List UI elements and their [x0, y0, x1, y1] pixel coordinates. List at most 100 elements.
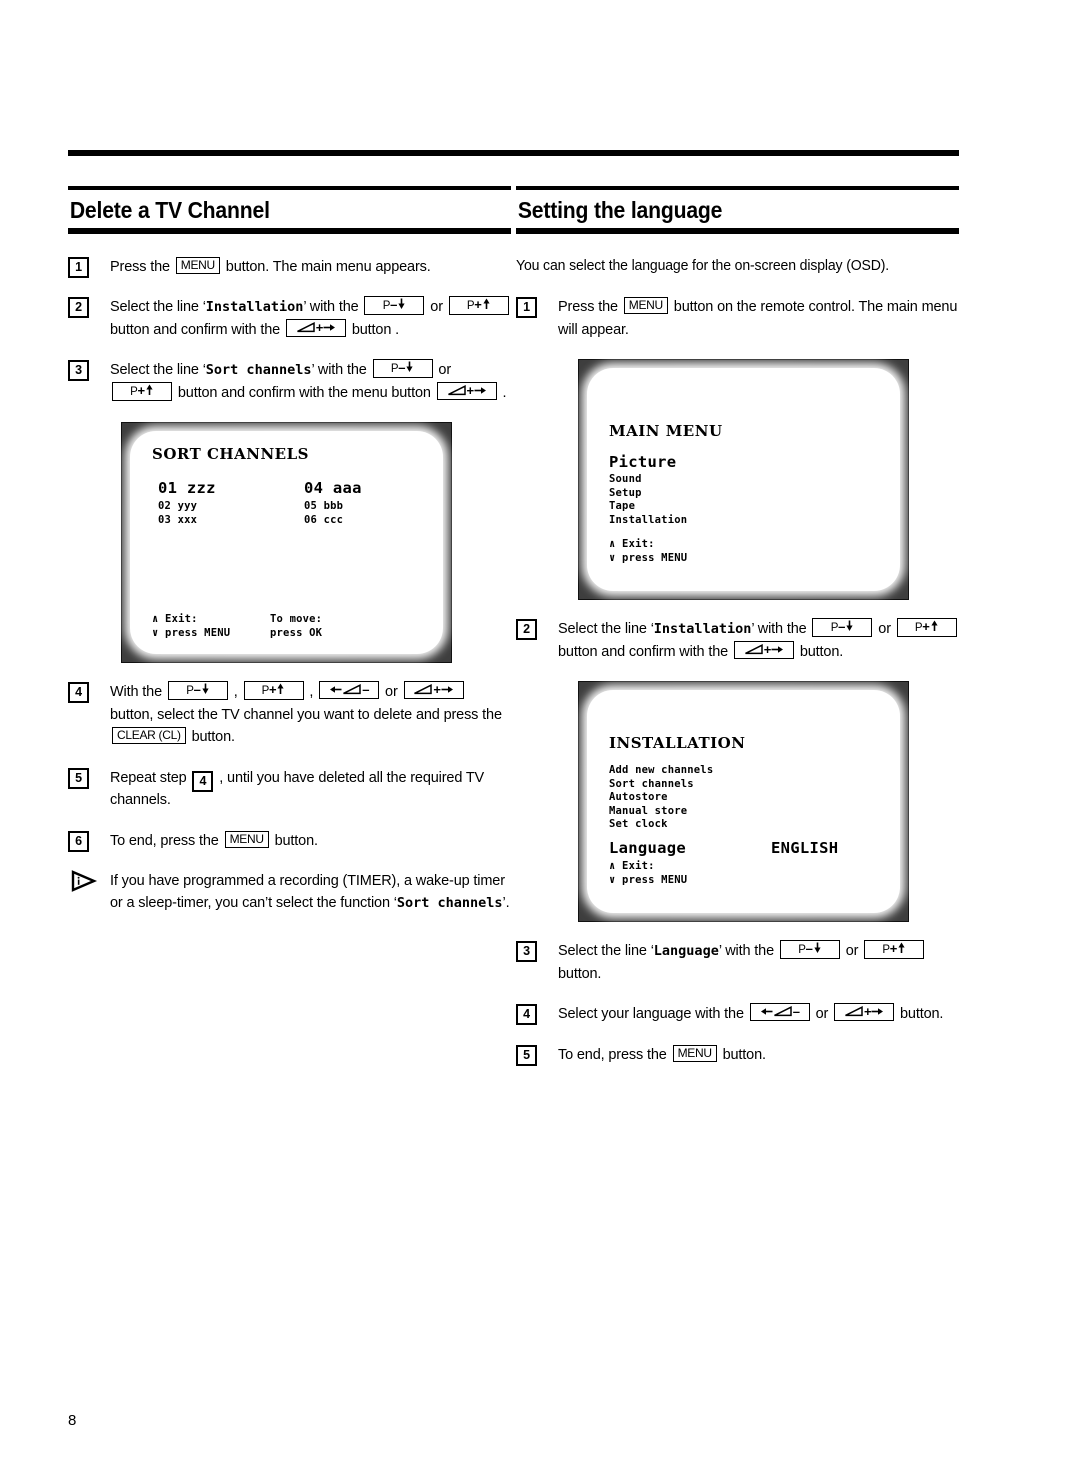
key-volume-up-button[interactable]: + — [403, 681, 464, 700]
channel-column-2: 04 aaa 05 bbb 06 ccc — [304, 479, 362, 527]
menu-item[interactable]: Tape — [609, 500, 890, 513]
key-program-up-button[interactable]: P+ — [112, 381, 172, 401]
language-row[interactable]: Language ENGLISH — [609, 839, 890, 857]
key-menu-button[interactable]: MENU — [175, 256, 220, 274]
channel-entry[interactable]: 06 ccc — [304, 514, 362, 527]
osd-footer-move-action: press OK — [270, 626, 323, 639]
channel-entry[interactable]: 02 yyy — [158, 500, 216, 513]
left-steps-group-b: 4 With the P– , P+ , – or + button, selec… — [68, 681, 511, 852]
osd-footer-exit-label: ∧ Exit: — [609, 538, 655, 551]
step-text: . — [498, 384, 507, 401]
channel-label: ccc — [323, 513, 344, 526]
osd-title-main-menu: MAIN MENU — [609, 422, 723, 441]
right-steps-group-a: 1 Press the MENU button on the remote con… — [516, 296, 959, 341]
page-title-right: Setting the language — [517, 197, 723, 223]
intro-paragraph: You can select the language for the on-s… — [516, 257, 890, 274]
key-program-up-button[interactable]: P+ — [896, 618, 957, 638]
arrow-up-icon — [482, 298, 490, 310]
step-text: or — [874, 621, 895, 638]
key-volume-up-button[interactable]: + — [436, 381, 497, 400]
channel-entry-selected[interactable]: 04 aaa — [304, 479, 362, 497]
key-program-down-button[interactable]: P– — [812, 618, 873, 638]
channel-entry[interactable]: 05 bbb — [304, 500, 362, 513]
osd-title-sort-channels: SORT CHANNELS — [152, 445, 309, 464]
key-volume-down-button[interactable]: – — [319, 681, 380, 700]
installation-items: Add new channels Sort channels Autostore… — [609, 764, 890, 831]
menu-item[interactable]: Manual store — [609, 805, 890, 818]
key-program-up-button[interactable]: P+ — [448, 296, 509, 316]
key-program-up-button[interactable]: P+ — [243, 681, 304, 701]
info-triangle-icon — [70, 870, 98, 899]
key-menu-button[interactable]: MENU — [672, 1044, 717, 1062]
step-number: 1 — [68, 256, 89, 278]
menu-item[interactable]: Add new channels — [609, 764, 890, 777]
osd-term: Language — [653, 943, 719, 960]
menu-item-selected[interactable]: Picture — [609, 453, 890, 471]
volume-wedge-icon — [447, 384, 466, 395]
channel-entry[interactable]: 03 xxx — [158, 514, 216, 527]
installation-tv-graphic: INSTALLATION Add new channels Sort chann… — [578, 681, 909, 923]
key-menu-button[interactable]: MENU — [623, 297, 668, 315]
page-number: 8 — [68, 1412, 77, 1429]
key-program-up-button[interactable]: P+ — [864, 940, 925, 960]
right-column: Setting the language You can select the … — [516, 186, 959, 1084]
key-menu-button[interactable]: MENU — [224, 830, 269, 848]
key-volume-up-button[interactable]: + — [834, 1003, 895, 1022]
step-number: 5 — [516, 1044, 537, 1066]
step-text: or — [381, 684, 402, 701]
key-volume-up-button[interactable]: + — [285, 318, 346, 337]
arrow-up-icon — [146, 384, 153, 395]
step-text: ’ with the — [751, 621, 811, 638]
tv-bezel-inner-left: SORT CHANNELS 01 zzz 02 yyy 03 xxx 04 aa… — [130, 431, 443, 655]
instruction-step: 1 Press the MENU button. The main menu ap… — [68, 256, 511, 278]
menu-item[interactable]: Sort channels — [609, 778, 890, 791]
step-text: button. — [187, 729, 235, 746]
key-program-down-button[interactable]: P– — [372, 359, 433, 379]
heading-rule-bottom-left — [68, 227, 511, 234]
menu-item[interactable]: Autostore — [609, 791, 890, 804]
instruction-step: 4 Select your language with the – or + bu… — [516, 1003, 959, 1026]
step-number: 1 — [516, 297, 537, 319]
key-program-down-button[interactable]: P– — [364, 296, 425, 316]
step-text: button . — [347, 321, 399, 338]
instruction-step: 1 Press the MENU button on the remote con… — [516, 296, 959, 341]
step-text: or — [811, 1006, 833, 1023]
page-title-left: Delete a TV Channel — [69, 197, 270, 223]
menu-item[interactable]: Sound — [609, 473, 890, 486]
right-steps-group-b: 2 Select the line ‘Installation’ with the… — [516, 618, 959, 663]
key-program-down-button[interactable]: P– — [167, 681, 228, 701]
step-text: or — [426, 299, 447, 316]
step-number-reference: 4 — [192, 770, 214, 792]
left-steps-group-a: 1 Press the MENU button. The main menu ap… — [68, 256, 511, 404]
info-note-text: If you have programmed a recording (TIME… — [110, 873, 510, 911]
step-text: ’ with the — [311, 362, 371, 379]
step-text: button and confirm with the — [110, 321, 284, 338]
step-text: Select the line ‘ — [110, 299, 206, 316]
osd-term: Installation — [653, 621, 752, 638]
osd-footer-move-label: To move: — [270, 613, 323, 626]
menu-item[interactable]: Setup — [609, 487, 890, 500]
key-volume-up-button[interactable]: + — [733, 640, 794, 659]
step-text: Press the — [110, 258, 174, 275]
arrow-down-icon — [813, 942, 821, 954]
key-clear-cl-button[interactable]: CLEAR (CL) — [112, 727, 186, 745]
manual-page: Delete a TV Channel 1 Press the MENU butt… — [0, 0, 1080, 1473]
channel-label: yyy — [177, 500, 198, 513]
arrow-right-icon — [474, 386, 486, 394]
osd-footer-exit-label: ∧ Exit: — [609, 860, 655, 873]
channel-number: 05 — [304, 500, 318, 513]
channel-entry-selected[interactable]: 01 zzz — [158, 479, 216, 497]
channel-label: bbb — [323, 500, 344, 513]
menu-item[interactable]: Installation — [609, 514, 890, 527]
tv-bezel-inner-main: MAIN MENU Picture Sound Setup Tape Insta… — [587, 368, 900, 592]
osd-term: Sort channels — [205, 362, 312, 379]
menu-item[interactable]: Set clock — [609, 818, 890, 831]
key-program-down-button[interactable]: P– — [779, 940, 840, 960]
key-volume-down-button[interactable]: – — [749, 1003, 810, 1022]
right-steps-group-c: 3 Select the line ‘Language’ with the P– … — [516, 940, 959, 1066]
right-steps-list: You can select the language for the on-s… — [516, 256, 959, 1066]
arrow-right-icon — [771, 646, 784, 653]
step-text: button. — [718, 1046, 766, 1063]
step-text: button and confirm with the — [558, 643, 732, 660]
arrow-right-icon — [871, 1008, 884, 1016]
